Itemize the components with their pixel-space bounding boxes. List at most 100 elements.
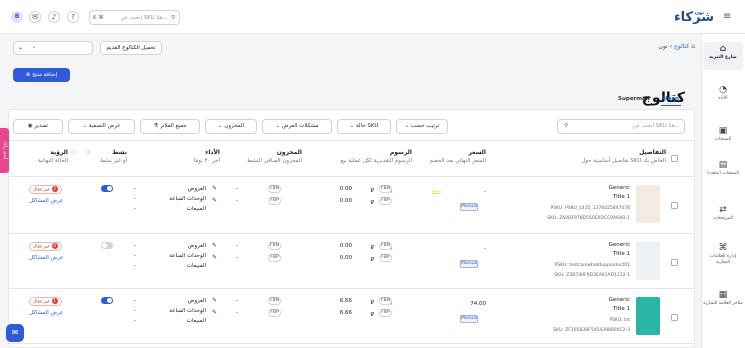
breadcrumb-current[interactable]: كتالوج	[674, 43, 689, 50]
view-issues-link[interactable]: عرض المشاكل	[29, 310, 63, 316]
stock-dropdown[interactable]: ⌄ المخزون	[205, 119, 257, 134]
sidebar-item-performance[interactable]: ◔ الأداء	[703, 85, 743, 102]
active-toggle[interactable]	[101, 242, 113, 249]
active-toggle[interactable]	[101, 297, 113, 304]
info-icon: ⓘ	[71, 150, 77, 156]
sidebar-item-brands[interactable]: ⌘ إدارة العلامات التجارية	[703, 243, 743, 265]
row-checkbox[interactable]	[671, 314, 678, 321]
active-toggle[interactable]	[101, 185, 113, 192]
edit-stock-icon[interactable]: ✎	[212, 254, 217, 261]
add-product-button[interactable]: ⊕ إضافة منتج	[13, 68, 70, 82]
issue-count: 2	[51, 186, 58, 192]
return-icon: ⇄	[719, 205, 727, 215]
sidebar-item-brand-stores[interactable]: ▦ متاجر العلامة التجارية	[703, 290, 743, 307]
product-title[interactable]: Title 1	[540, 306, 630, 312]
fbp-stock-label: FBP	[268, 309, 281, 317]
product-brand: Generic	[608, 242, 630, 248]
download-old-catalog-button[interactable]: تحميل الكتالوج القديم	[100, 41, 162, 55]
divider	[9, 343, 694, 344]
product-sku: SKU: Z3D740F9D3EA61AD1232-1	[554, 273, 630, 278]
fee-fbp-value: 6.66	[339, 310, 352, 316]
sidebar-item-products-multi[interactable]: ▤ المنتجات (متعدد)	[703, 160, 743, 177]
visibility-badge: غير فعال 1	[29, 297, 62, 306]
fbn-fee-label: FBN	[379, 242, 392, 250]
product-thumbnail	[636, 242, 660, 280]
breadcrumb: كتالوج › نون ⌂	[658, 43, 695, 50]
global-search-input[interactable]: K ⌘ ابحث عن SKU هنا... ⚲	[89, 10, 180, 25]
visibility-label: غير فعال	[33, 244, 50, 250]
search-icon: ⚲	[564, 123, 569, 129]
top-bar: B ✉ ♪ ? K ⌘ ابحث عن SKU هنا... ⚲ نون شرك…	[0, 0, 745, 34]
offer-filter-dropdown[interactable]: ⌄ عرض التصفية	[68, 119, 135, 134]
help-icon[interactable]: ?	[67, 11, 79, 23]
divider	[9, 288, 694, 289]
product-psku: PSKU: tst	[609, 318, 630, 323]
product-brand: Generic	[608, 297, 630, 303]
col-active: نشط أو غير نشط	[100, 149, 127, 164]
row-checkbox[interactable]	[671, 202, 678, 209]
edit-stock-icon[interactable]: ✎	[212, 185, 217, 192]
info-icon: ⓘ	[86, 150, 92, 156]
bell-icon[interactable]: ♪	[48, 11, 60, 23]
stock-fbn-value: -	[236, 298, 238, 304]
col-fees: الرسوم الرسوم التقديرية لكل عملية بيع	[340, 149, 412, 164]
all-filters-button[interactable]: ⚗ جميع الفلاتر	[140, 119, 200, 134]
pricing-mode-badge[interactable]: Manual	[460, 203, 478, 211]
price-value: -	[484, 246, 486, 252]
edit-stock-icon[interactable]: ✎	[212, 309, 217, 316]
channel-dropdown[interactable]: ⌄ -	[13, 41, 93, 55]
perf-metric-label: الوحدات المباعة	[169, 308, 206, 314]
perf-metric-label: الوحدات المباعة	[169, 196, 206, 202]
pricing-mode-badge[interactable]: Manual	[460, 315, 478, 323]
avatar[interactable]: B	[11, 11, 23, 23]
stock-fbp-value: -	[236, 310, 238, 316]
fee-fbp-value: 0.00	[339, 198, 352, 204]
currency-icon: ⃁	[370, 312, 374, 318]
sidebar-item-returns[interactable]: ⇄ المرتجعات	[703, 205, 743, 222]
fbn-stock-label: FBN	[268, 185, 281, 193]
mail-icon[interactable]: ✉	[29, 11, 41, 23]
view-issues-link[interactable]: عرض المشاكل	[29, 198, 63, 204]
perf-metric-value: -	[134, 186, 136, 192]
tab-noon[interactable]: Noon	[660, 96, 682, 106]
currency-icon: ⃁	[370, 257, 374, 263]
row-checkbox[interactable]	[671, 259, 678, 266]
view-issues-link[interactable]: عرض المشاكل	[29, 255, 63, 261]
edit-stock-icon[interactable]: ✎	[212, 197, 217, 204]
chat-icon[interactable]: ✉	[6, 324, 24, 342]
fbn-fee-label: FBN	[379, 297, 392, 305]
sku-status-dropdown[interactable]: ⌄ حالة SKU	[337, 119, 391, 134]
search-placeholder: ابحث عن SKU هنا...	[120, 14, 168, 21]
sidebar-item-home[interactable]: ⌂ شارع التنزيه	[703, 42, 743, 70]
currency-icon: ⃁	[370, 245, 374, 251]
perf-metric-value: -	[134, 308, 136, 314]
breadcrumb-home[interactable]: نون	[659, 43, 668, 50]
product-title[interactable]: Title 1	[540, 251, 630, 257]
offer-issues-dropdown[interactable]: ⌄ مشكلات العرض	[262, 119, 332, 134]
menu-icon[interactable]: ≡	[723, 11, 731, 22]
visibility-label: غير فعال	[33, 299, 50, 305]
sku-search-input[interactable]: ⚲ ابحث عن SKU هنا...	[557, 119, 685, 134]
price-value: 74.00	[470, 301, 486, 307]
perf-metric-label: العروض	[187, 298, 206, 304]
product-brand: Generic	[608, 185, 630, 191]
edit-stock-icon[interactable]: ✎	[212, 297, 217, 304]
search-shortcut: K ⌘	[93, 14, 104, 21]
col-performance: الأداء آخر ٣٠ يومًا	[193, 149, 220, 164]
product-title[interactable]: Title 1	[540, 194, 630, 200]
divider	[9, 233, 694, 234]
tab-supermall[interactable]: Supermall	[618, 96, 649, 102]
logo[interactable]: نون شركاء	[662, 8, 714, 28]
select-all-checkbox[interactable]	[671, 155, 678, 162]
pricing-mode-badge[interactable]: Manual	[460, 260, 478, 268]
stock-fbn-value: -	[236, 243, 238, 249]
perf-metric-value: -	[134, 263, 136, 269]
currency-icon: ⃁	[370, 200, 374, 206]
sidebar-item-products[interactable]: ▣ المنتجات	[703, 126, 743, 143]
sort-dropdown[interactable]: ⌄ ترتيب حسب	[396, 119, 448, 134]
edit-stock-icon[interactable]: ✎	[212, 242, 217, 249]
export-button[interactable]: ◉ تصدير	[13, 119, 63, 134]
feedback-tab[interactable]: أبدي رأيك	[0, 128, 9, 173]
visibility-badge: غير فعال 2	[29, 185, 62, 194]
pointer-arrow-icon: ⇦	[431, 185, 442, 199]
